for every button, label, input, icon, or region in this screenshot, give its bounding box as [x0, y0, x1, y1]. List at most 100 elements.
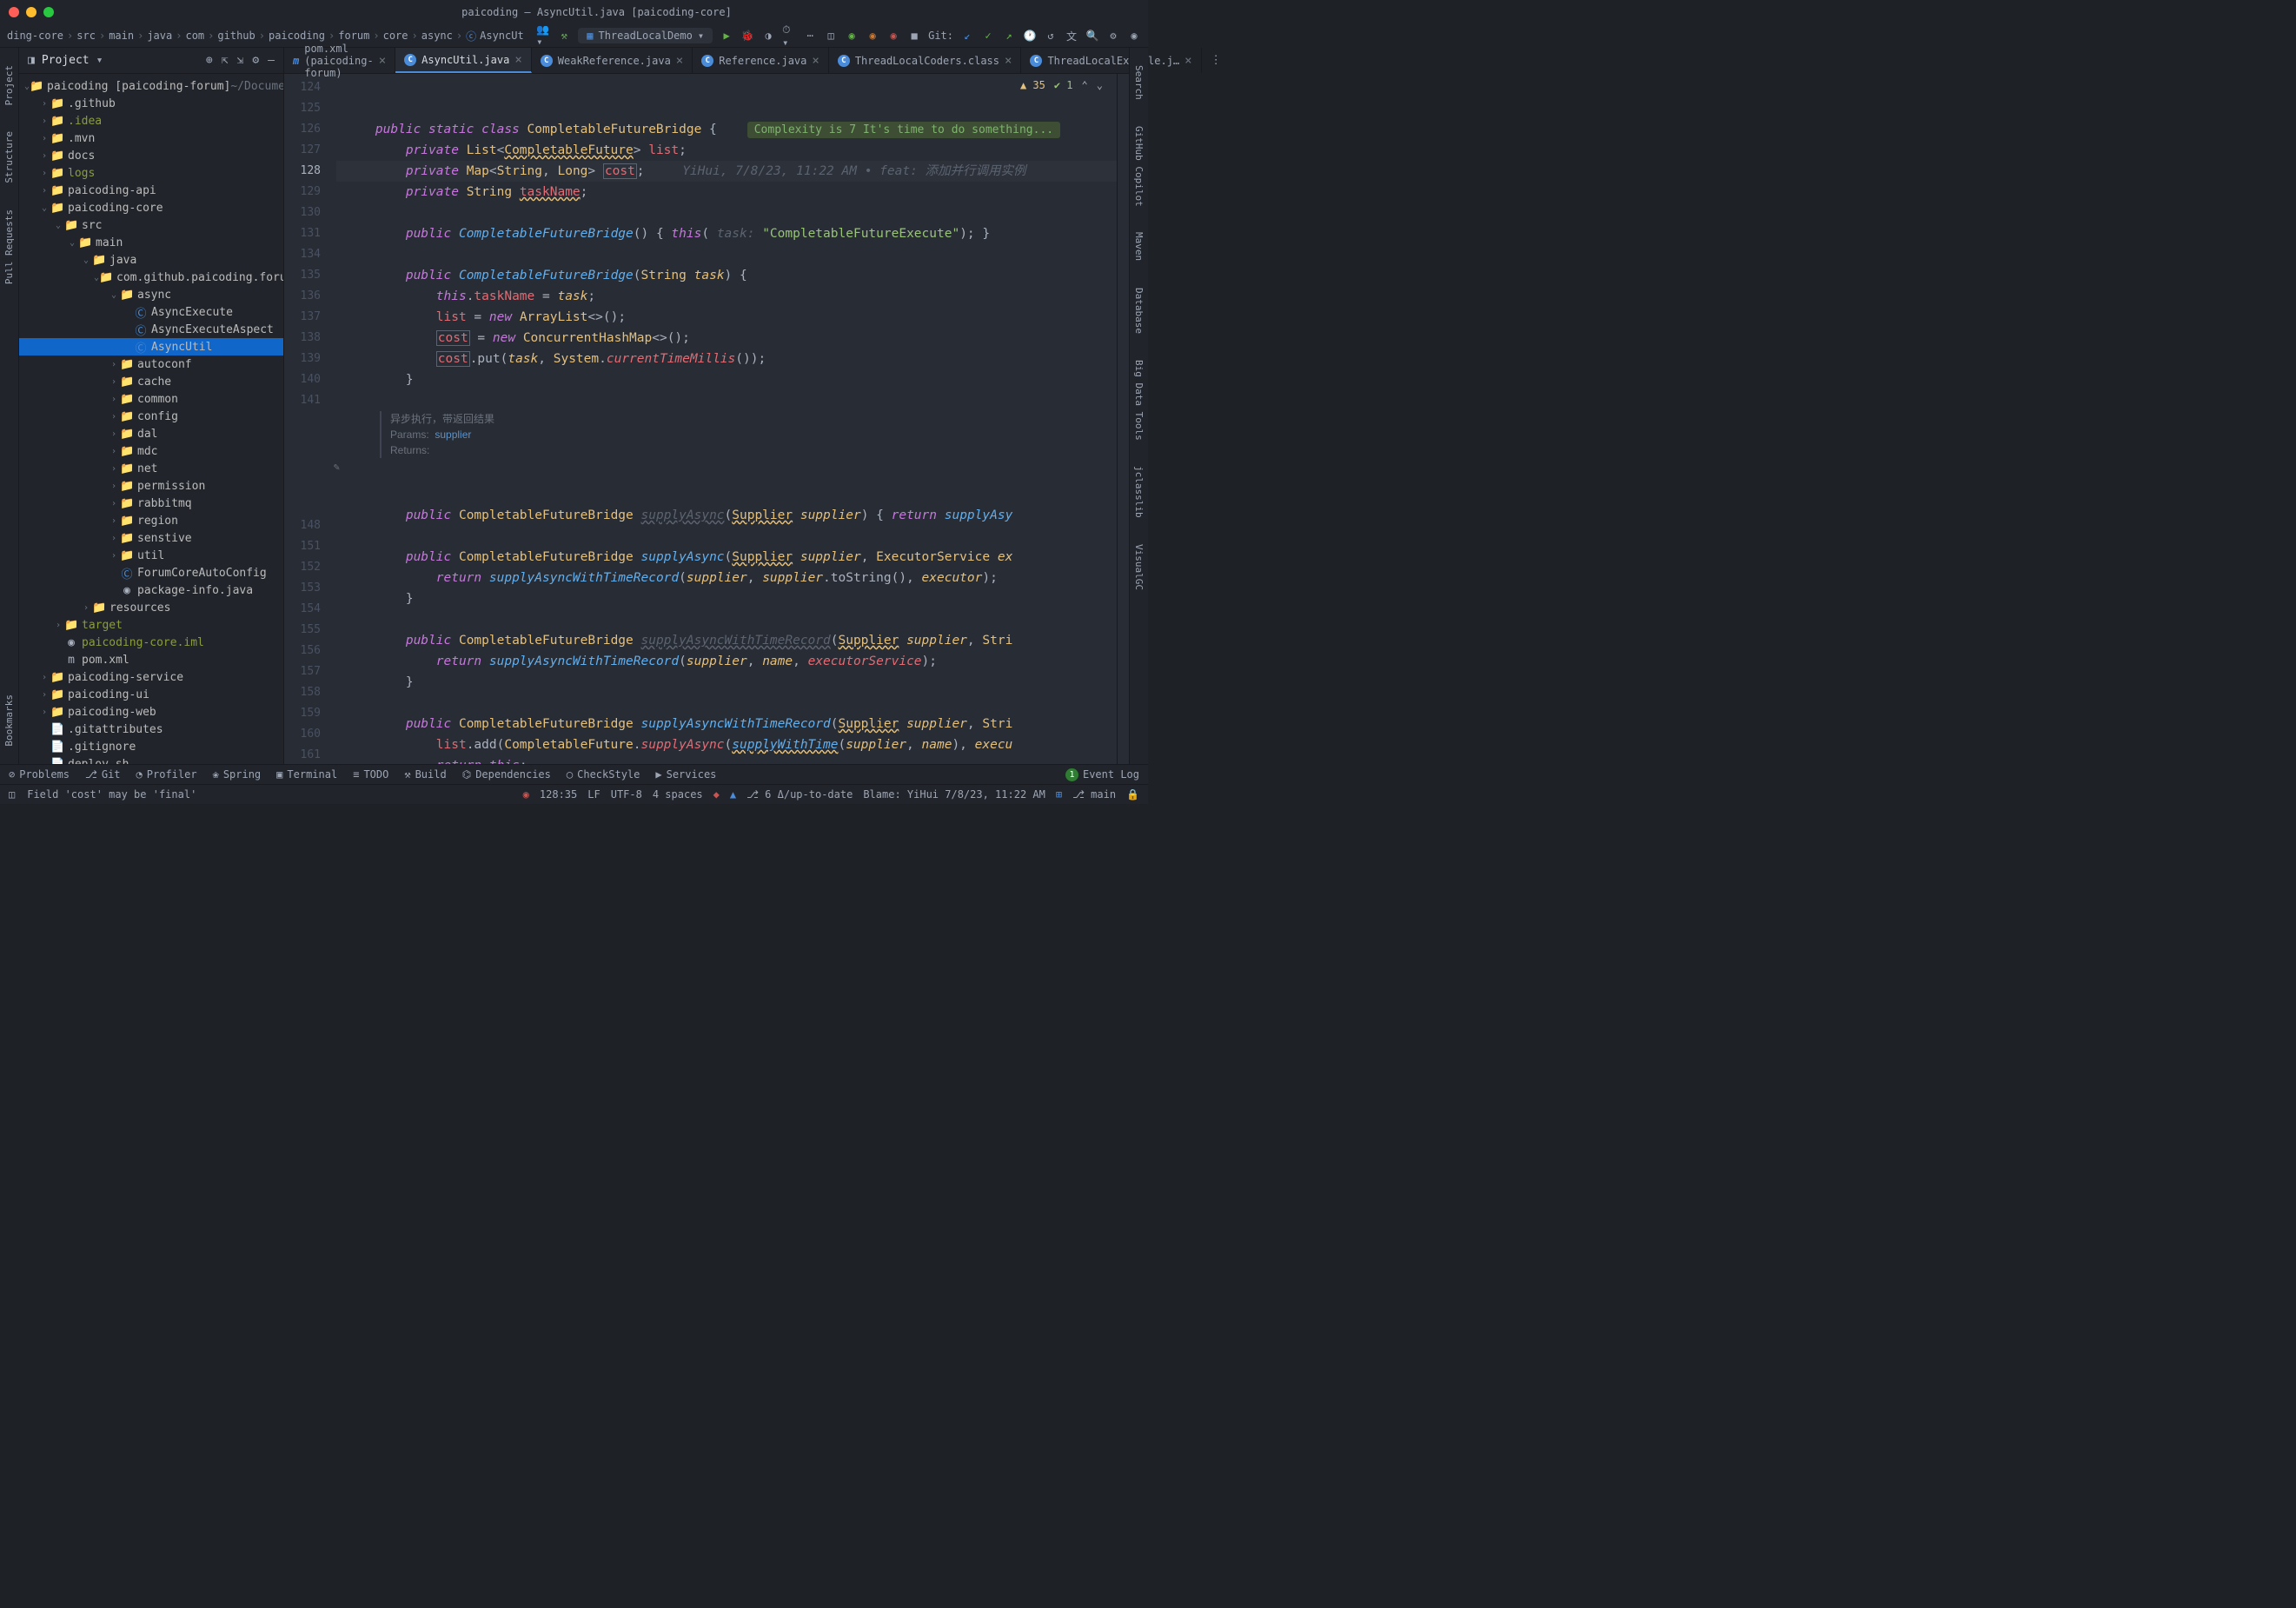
tree-node[interactable]: ›📁paicoding-ui	[19, 686, 283, 703]
maven-tab[interactable]: Maven	[1133, 232, 1145, 261]
run-configuration-dropdown[interactable]: ▦ ThreadLocalDemo ▾	[578, 28, 713, 43]
push-icon[interactable]: ↗	[1002, 29, 1016, 43]
tree-node[interactable]: ›📁resources	[19, 599, 283, 616]
tree-node[interactable]: ›📁config	[19, 408, 283, 425]
error-stripe[interactable]	[1117, 74, 1129, 764]
status-menu-icon[interactable]: ◫	[9, 788, 15, 801]
dots-icon[interactable]: ⋯	[803, 29, 817, 43]
tree-node[interactable]: ›📁paicoding-service	[19, 668, 283, 686]
inspection-indicators[interactable]: ▲ 35 ✔ 1 ⌃ ⌄	[1020, 79, 1103, 91]
tree-node[interactable]: ›📁rabbitmq	[19, 495, 283, 512]
visualgc-tab[interactable]: VisualGC	[1133, 544, 1145, 590]
services-tool[interactable]: ▶ Services	[655, 768, 716, 781]
gear-icon[interactable]: ⚙	[252, 54, 259, 67]
breadcrumb-item[interactable]: ding-core	[7, 30, 63, 42]
status-icon[interactable]: ◆	[713, 788, 720, 801]
checkstyle-tool[interactable]: ◯ CheckStyle	[567, 768, 640, 781]
breadcrumb-item[interactable]: paicoding	[269, 30, 325, 42]
editor-tab[interactable]: mpom.xml (paicoding-forum)×	[284, 48, 395, 73]
icon-red[interactable]: ◉	[886, 29, 900, 43]
tree-node[interactable]: ⌄📁src	[19, 216, 283, 234]
coverage-icon[interactable]: ◑	[761, 29, 775, 43]
lock-icon[interactable]: 🔒	[1126, 788, 1139, 801]
status-icon[interactable]: ▲	[730, 788, 736, 801]
inspection-hint[interactable]: Field 'cost' may be 'final'	[27, 788, 196, 801]
up-icon[interactable]: ⌃	[1082, 79, 1088, 91]
project-tab[interactable]: Project	[3, 65, 15, 105]
tree-node[interactable]: ›📁permission	[19, 477, 283, 495]
tree-node[interactable]: ›📁paicoding-api	[19, 182, 283, 199]
stop-icon[interactable]: ■	[907, 29, 921, 43]
tree-node[interactable]: ›📁paicoding-web	[19, 703, 283, 721]
close-window-icon[interactable]	[9, 7, 19, 17]
translate-icon[interactable]: 文	[1065, 29, 1078, 43]
dependencies-tool[interactable]: ⌬ Dependencies	[462, 768, 551, 781]
tree-node[interactable]: ›📁.github	[19, 95, 283, 112]
tree-node[interactable]: ⒸAsyncExecute	[19, 303, 283, 321]
breadcrumb-item[interactable]: main	[109, 30, 134, 42]
spring-tool[interactable]: ❀ Spring	[213, 768, 262, 781]
tree-node[interactable]: ⌄📁com.github.paicoding.forum.	[19, 269, 283, 286]
tree-node[interactable]: ›📁net	[19, 460, 283, 477]
breadcrumb-item[interactable]: async	[421, 30, 453, 42]
line-separator[interactable]: LF	[587, 788, 600, 801]
icon-orange[interactable]: ◉	[866, 29, 879, 43]
tree-node[interactable]: ›📁logs	[19, 164, 283, 182]
update-icon[interactable]: ↙	[960, 29, 974, 43]
breadcrumb-item[interactable]: src	[76, 30, 96, 42]
debug-icon[interactable]: 🐞	[740, 29, 754, 43]
maximize-window-icon[interactable]	[43, 7, 54, 17]
tree-node[interactable]: ›📁target	[19, 616, 283, 634]
blame-info[interactable]: Blame: YiHui 7/8/23, 11:22 AM	[863, 788, 1045, 801]
tree-node[interactable]: ›📁senstive	[19, 529, 283, 547]
tree-node[interactable]: ⌄📁paicoding [paicoding-forum] ~/Docume	[19, 77, 283, 95]
chevron-down-icon[interactable]: ▾	[96, 54, 103, 67]
breadcrumb-item[interactable]: core	[383, 30, 408, 42]
rollback-icon[interactable]: ↺	[1044, 29, 1058, 43]
expand-icon[interactable]: ⇱	[222, 54, 229, 67]
bookmarks-tab[interactable]: Bookmarks	[3, 694, 15, 747]
rainbow-icon[interactable]: ◉	[1127, 29, 1141, 43]
copilot-tab[interactable]: GitHub Copilot	[1133, 126, 1145, 207]
commit-icon[interactable]: ✓	[981, 29, 995, 43]
tree-node[interactable]: ⌄📁java	[19, 251, 283, 269]
tree-node[interactable]: ⌄📁paicoding-core	[19, 199, 283, 216]
breadcrumb-item[interactable]: github	[217, 30, 255, 42]
history-icon[interactable]: 🕐	[1023, 29, 1037, 43]
tree-node[interactable]: ⒸAsyncExecuteAspect	[19, 321, 283, 338]
problems-tool[interactable]: ⊘ Problems	[9, 768, 70, 781]
close-tab-icon[interactable]: ×	[1005, 54, 1012, 68]
editor-tab[interactable]: CAsyncUtil.java×	[395, 48, 532, 73]
branch-info[interactable]: ⎇ 6 Δ/up-to-date	[747, 788, 853, 801]
breadcrumb-item[interactable]: com	[185, 30, 204, 42]
database-tab[interactable]: Database	[1133, 288, 1145, 334]
breadcrumb-item[interactable]: forum	[338, 30, 369, 42]
edit-pencil-icon[interactable]: ✎	[334, 456, 340, 477]
tree-node[interactable]: 📄.gitignore	[19, 738, 283, 755]
tree-node[interactable]: ›📁.idea	[19, 112, 283, 130]
encoding[interactable]: UTF-8	[611, 788, 642, 801]
search-icon[interactable]: 🔍	[1085, 29, 1099, 43]
down-icon[interactable]: ⌄	[1097, 79, 1103, 91]
tree-node[interactable]: ›📁util	[19, 547, 283, 564]
editor-tab[interactable]: CWeakReference.java×	[532, 48, 693, 73]
close-tab-icon[interactable]: ×	[676, 54, 683, 68]
tree-node[interactable]: ›📁cache	[19, 373, 283, 390]
search-tab[interactable]: Search	[1133, 65, 1145, 100]
jclasslib-tab[interactable]: jclasslib	[1133, 466, 1145, 518]
tree-node[interactable]: ›📁common	[19, 390, 283, 408]
editor-tab[interactable]: CThreadLocalCoders.class×	[829, 48, 1022, 73]
tree-node[interactable]: 📄.gitattributes	[19, 721, 283, 738]
settings-icon[interactable]: ⚙	[1106, 29, 1120, 43]
select-opened-icon[interactable]: ⊕	[206, 54, 213, 67]
indent[interactable]: 4 spaces	[653, 788, 703, 801]
line-gutter[interactable]: 1241251261271281291301311341351361371381…	[284, 74, 336, 764]
icon-green[interactable]: ◉	[845, 29, 859, 43]
tree-node[interactable]: ⒸAsyncUtil	[19, 338, 283, 355]
reddit-icon[interactable]: ◉	[523, 788, 529, 801]
users-icon[interactable]: 👥 ▾	[536, 29, 550, 43]
branch-name[interactable]: ⎇ main	[1072, 788, 1116, 801]
tree-node[interactable]: ›📁autoconf	[19, 355, 283, 373]
tree-node[interactable]: ›📁docs	[19, 147, 283, 164]
project-tree[interactable]: ⌄📁paicoding [paicoding-forum] ~/Docume›📁…	[19, 74, 283, 764]
